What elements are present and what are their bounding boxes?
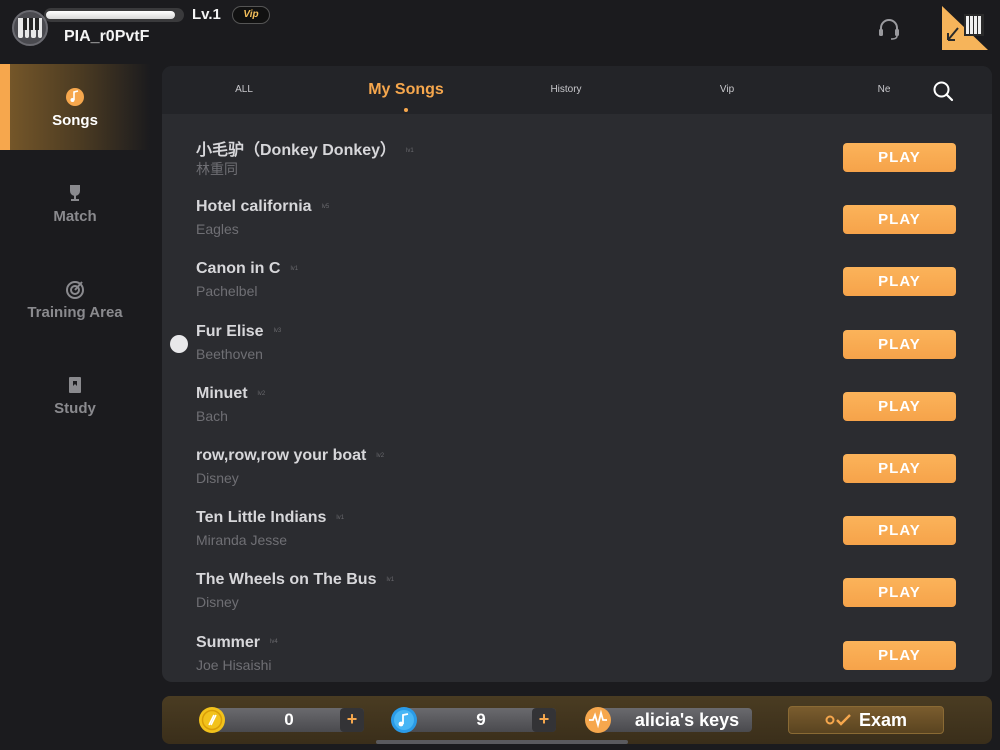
song-artist: Eagles xyxy=(196,221,239,238)
username: PIA_r0PvtF xyxy=(64,28,150,45)
song-title: Canon in C xyxy=(196,260,281,278)
list-item[interactable]: Canon in C lv1 Pachelbel PLAY xyxy=(162,252,992,314)
play-button[interactable]: PLAY xyxy=(843,640,956,670)
sidebar-item-study[interactable]: Study xyxy=(0,352,150,438)
song-level: lv2 xyxy=(376,452,385,459)
artist-label: alicia's keys xyxy=(634,710,740,730)
list-item[interactable]: 小毛驴（Donkey Donkey） lv1 林重同 PLAY xyxy=(162,128,992,190)
song-artist: Joe Hisaishi xyxy=(196,656,272,673)
song-artist: Bach xyxy=(196,407,228,424)
list-item[interactable]: Hotel california lv5 Eagles PLAY xyxy=(162,190,992,252)
song-artist: Miranda Jesse xyxy=(196,532,288,549)
play-button[interactable]: PLAY xyxy=(843,205,956,235)
song-artist: Disney xyxy=(196,594,239,611)
scroll-handle[interactable] xyxy=(170,335,188,353)
song-title: Ten Little Indians xyxy=(196,509,327,527)
song-title: 小毛驴（Donkey Donkey） xyxy=(196,142,397,159)
song-title: Fur Elise xyxy=(196,322,264,340)
song-title: Minuet xyxy=(196,384,248,402)
song-title: Hotel california xyxy=(196,198,312,216)
tab-my-songs[interactable]: My Songs xyxy=(346,66,466,114)
list-item[interactable]: Ten Little Indians lv1 Miranda Jesse PLAY xyxy=(162,501,992,563)
list-item[interactable]: The Wheels on The Bus lv1 Disney PLAY xyxy=(162,563,992,625)
vip-badge[interactable]: Vip xyxy=(232,6,270,24)
coin-icon xyxy=(198,706,226,734)
song-level: lv5 xyxy=(321,203,330,210)
search-icon[interactable] xyxy=(932,80,954,102)
song-level: lv1 xyxy=(290,266,299,273)
add-coins-button[interactable]: + xyxy=(340,708,364,732)
coins-value: 0 xyxy=(284,710,294,729)
sidebar-item-match[interactable]: Match xyxy=(0,160,150,246)
song-level: lv3 xyxy=(273,328,282,335)
play-button[interactable]: PLAY xyxy=(843,391,956,421)
book-icon xyxy=(69,376,81,393)
sidebar-item-training-area[interactable]: Training Area xyxy=(0,256,150,342)
xp-bar xyxy=(44,8,184,22)
song-list: 小毛驴（Donkey Donkey） lv1 林重同 PLAY Hotel cal… xyxy=(162,128,992,682)
note-gem-icon xyxy=(390,706,418,734)
sidebar-item-label: Training Area xyxy=(27,303,123,321)
notes-value: 9 xyxy=(476,710,486,729)
list-item[interactable]: Summer lv4 Joe Hisaishi PLAY xyxy=(162,626,992,683)
xp-bar-fill xyxy=(46,11,175,19)
play-button[interactable]: PLAY xyxy=(843,516,956,546)
list-item[interactable]: Minuet lv2 Bach PLAY xyxy=(162,377,992,439)
song-title: row,row,row your boat xyxy=(196,446,367,464)
headset-icon[interactable] xyxy=(876,16,902,42)
target-icon xyxy=(66,280,84,299)
song-level: lv1 xyxy=(386,577,395,584)
level-label: Lv.1 xyxy=(192,6,221,23)
exam-button[interactable]: Exam xyxy=(788,706,944,734)
song-title: The Wheels on The Bus xyxy=(196,571,377,589)
bottom-bar: 0 + 9 + alicia's keys Exam xyxy=(162,696,992,744)
piano-keys-collapse-icon[interactable] xyxy=(942,6,988,50)
sidebar-item-label: Match xyxy=(53,207,97,225)
sidebar: Songs Match Training Area Study xyxy=(0,64,150,448)
tab-new[interactable]: Ne xyxy=(874,66,894,114)
sidebar-item-label: Songs xyxy=(52,111,98,129)
sidebar-item-label: Study xyxy=(54,399,96,417)
song-artist: Beethoven xyxy=(196,345,263,362)
play-button[interactable]: PLAY xyxy=(843,578,956,608)
list-item[interactable]: Fur Elise lv3 Beethoven PLAY xyxy=(162,315,992,377)
add-notes-button[interactable]: + xyxy=(532,708,556,732)
music-note-icon xyxy=(66,87,84,106)
play-button[interactable]: PLAY xyxy=(843,329,956,359)
tab-vip[interactable]: Vip xyxy=(697,66,757,114)
waveform-icon xyxy=(584,706,612,734)
song-list-panel: ALL My Songs History Vip Ne 小毛驴（Donkey D… xyxy=(162,66,992,682)
song-artist: 林重同 xyxy=(196,161,238,177)
play-button[interactable]: PLAY xyxy=(843,267,956,297)
song-level: lv1 xyxy=(406,147,414,154)
song-artist: Disney xyxy=(196,469,239,486)
tab-all[interactable]: ALL xyxy=(214,66,274,114)
checkmark-icon xyxy=(825,714,851,726)
trophy-icon xyxy=(70,184,80,201)
song-level: lv2 xyxy=(257,390,266,397)
play-button[interactable]: PLAY xyxy=(843,143,956,172)
tab-bar: ALL My Songs History Vip Ne xyxy=(162,66,992,114)
play-button[interactable]: PLAY xyxy=(843,453,956,483)
song-level: lv4 xyxy=(270,639,278,646)
tab-history[interactable]: History xyxy=(526,66,606,114)
home-indicator xyxy=(376,740,628,744)
song-artist: Pachelbel xyxy=(196,283,258,300)
list-item[interactable]: row,row,row your boat lv2 Disney PLAY xyxy=(162,439,992,501)
sidebar-item-songs[interactable]: Songs xyxy=(0,64,150,150)
song-title: Summer xyxy=(196,633,261,651)
active-tab-indicator xyxy=(404,108,408,112)
song-level: lv1 xyxy=(336,514,345,521)
top-bar: Lv.1 Vip PIA_r0PvtF xyxy=(0,0,1000,60)
exam-label: Exam xyxy=(858,709,908,730)
avatar[interactable] xyxy=(12,10,48,46)
